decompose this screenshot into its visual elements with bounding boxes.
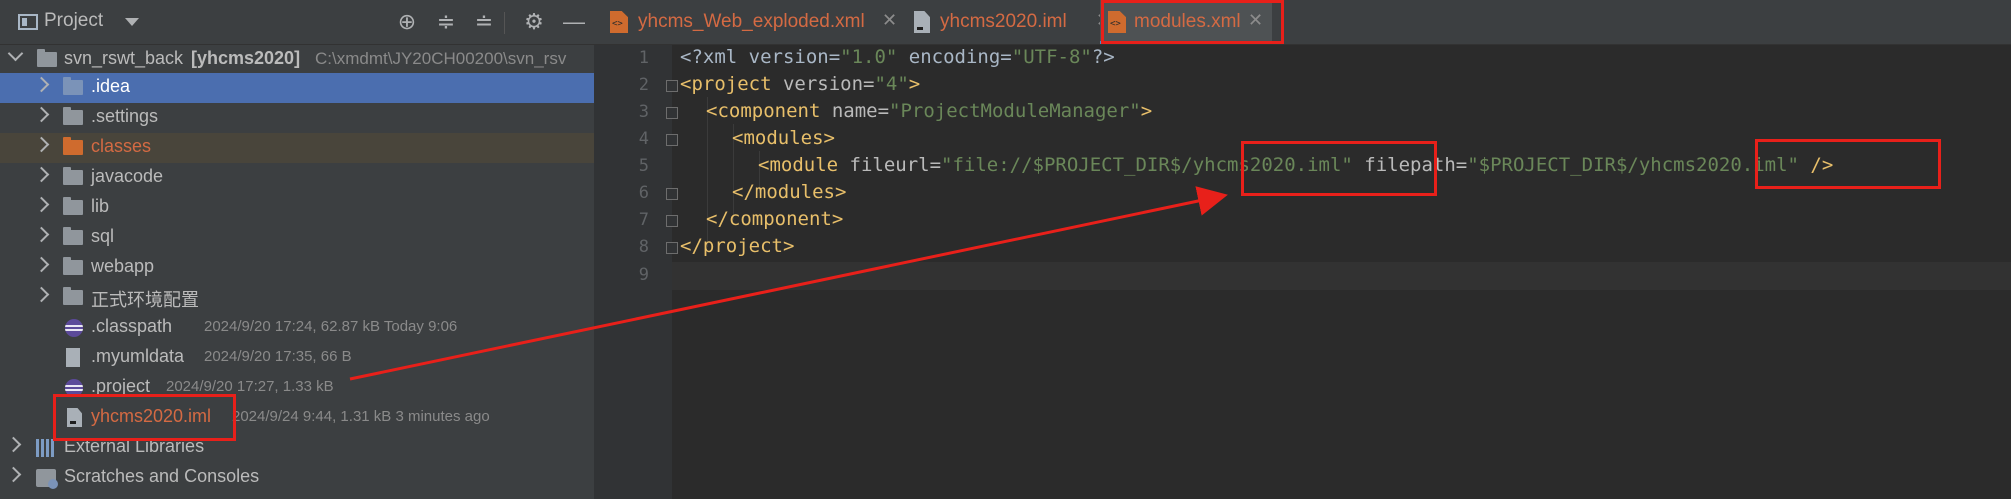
annotation-arrow: [349, 186, 1228, 381]
